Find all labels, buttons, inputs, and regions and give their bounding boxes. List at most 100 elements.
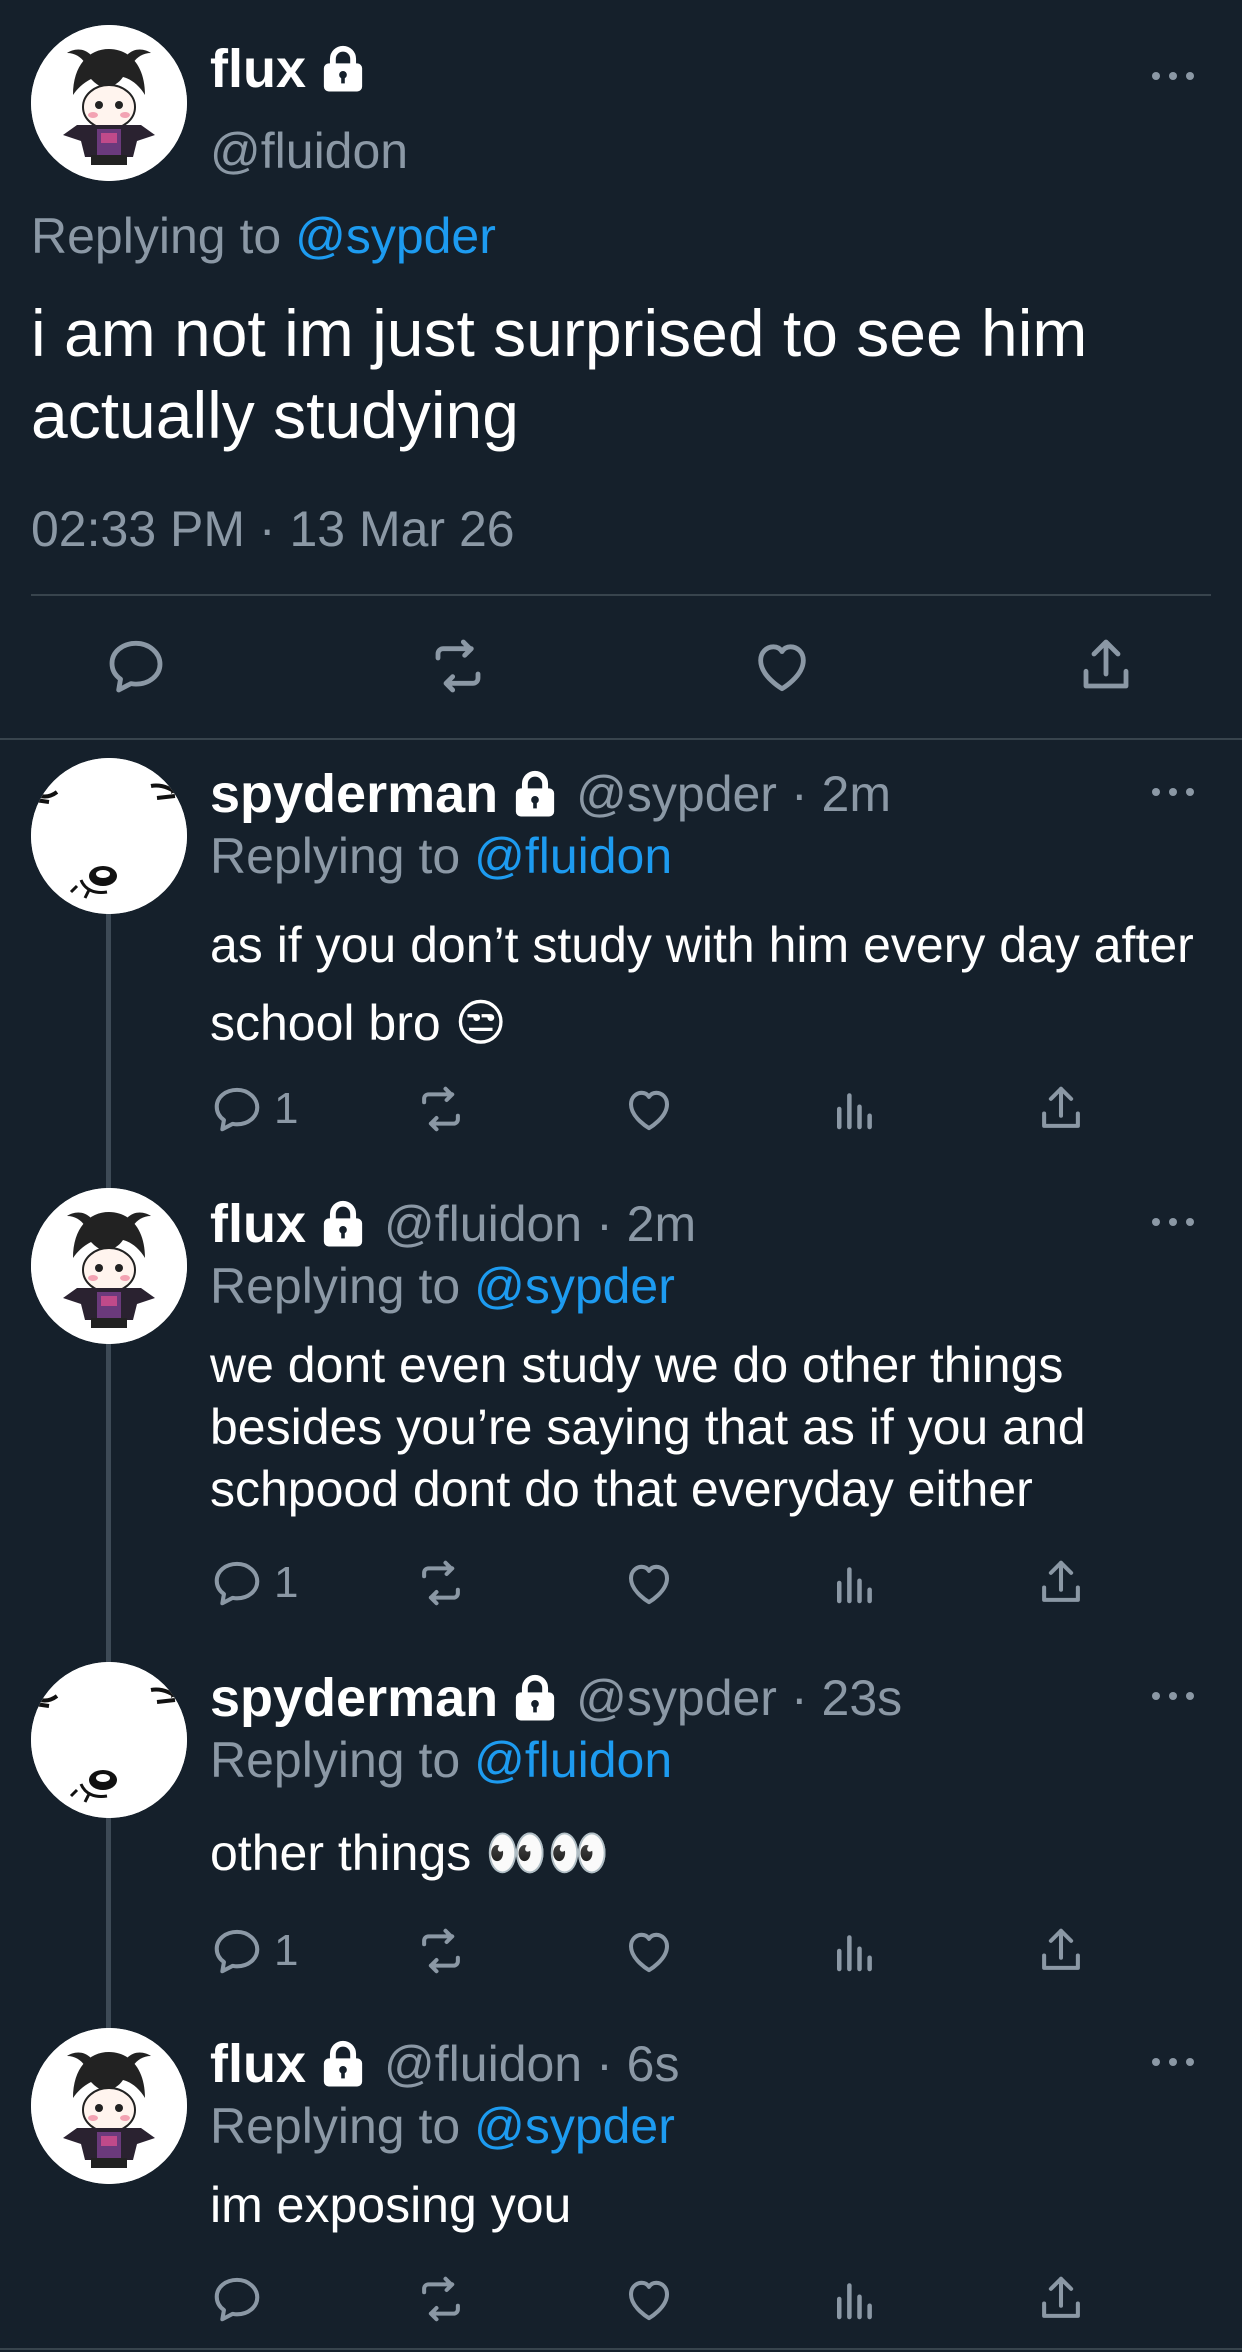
reply-button[interactable]: 1 (210, 1082, 298, 1136)
share-icon (1034, 2272, 1088, 2326)
relative-time[interactable]: · 2m (791, 764, 891, 824)
handle[interactable]: @sypder (576, 764, 777, 824)
more-dots-icon[interactable] (1152, 1212, 1206, 1232)
reply-bubble-icon (210, 1556, 264, 1610)
like-button[interactable] (622, 1082, 676, 1136)
replying-to-line: Replying to @fluidon (210, 1730, 672, 1790)
like-button[interactable] (622, 1924, 676, 1978)
mention-link[interactable]: @sypder (474, 2098, 675, 2154)
avatar[interactable] (31, 1188, 187, 1344)
avatar[interactable] (31, 2028, 187, 2184)
heart-icon (622, 2272, 676, 2326)
replying-to-line: Replying to @sypder (31, 206, 496, 266)
display-name[interactable]: flux (210, 38, 306, 100)
share-icon (1034, 1082, 1088, 1136)
retweet-icon (414, 1924, 468, 1978)
like-button[interactable] (622, 2272, 676, 2326)
reply-bubble-icon (210, 2272, 264, 2326)
heart-icon (622, 1082, 676, 1136)
like-button[interactable] (750, 634, 814, 698)
share-icon (1034, 1924, 1088, 1978)
reply-button[interactable]: 1 (210, 1556, 298, 1610)
avatar[interactable] (31, 758, 187, 914)
share-icon (1034, 1556, 1088, 1610)
reply-bubble-icon (210, 1924, 264, 1978)
analytics-icon (828, 1924, 882, 1978)
retweet-button[interactable] (414, 1082, 468, 1136)
tweet-text: we dont even study we do other things be… (210, 1337, 1086, 1517)
display-name[interactable]: spyderman (210, 764, 498, 824)
divider (0, 738, 1242, 740)
spyderman-avatar-image (31, 758, 187, 914)
lock-icon (508, 1671, 562, 1725)
replying-to-line: Replying to @sypder (210, 1256, 675, 1316)
mention-link[interactable]: @fluidon (474, 1732, 672, 1788)
lock-icon (316, 42, 370, 96)
mention-link[interactable]: @fluidon (474, 828, 672, 884)
reply-button[interactable] (104, 634, 168, 698)
relative-time[interactable]: · 2m (596, 1194, 696, 1254)
retweet-button[interactable] (414, 1924, 468, 1978)
heart-icon (750, 634, 814, 698)
lock-icon (316, 1197, 370, 1251)
relative-time[interactable]: · 23s (791, 1668, 902, 1728)
retweet-button[interactable] (426, 634, 490, 698)
mention-link[interactable]: @sypder (295, 208, 496, 264)
relative-time[interactable]: · 6s (596, 2034, 679, 2094)
analytics-icon (828, 1556, 882, 1610)
heart-icon (622, 1556, 676, 1610)
handle[interactable]: @fluidon (384, 2034, 582, 2094)
divider (31, 594, 1211, 596)
author-row: flux (210, 38, 370, 100)
reply-bubble-icon (210, 1082, 264, 1136)
handle[interactable]: @fluidon (210, 122, 408, 180)
display-name[interactable]: spyderman (210, 1668, 498, 1728)
views-button[interactable] (828, 1556, 882, 1610)
lock-icon (508, 767, 562, 821)
divider (0, 2348, 1242, 2350)
handle[interactable]: @fluidon (384, 1194, 582, 1254)
analytics-icon (828, 2272, 882, 2326)
author-row: flux @fluidon · 2m (210, 1194, 696, 1254)
share-button[interactable] (1034, 1556, 1088, 1610)
tweet-text: other things 👀👀 (210, 1825, 610, 1881)
share-button[interactable] (1074, 634, 1138, 698)
more-dots-icon[interactable] (1152, 66, 1206, 86)
flux-avatar-image (31, 25, 187, 181)
views-button[interactable] (828, 1924, 882, 1978)
handle[interactable]: @sypder (576, 1668, 777, 1728)
share-button[interactable] (1034, 2272, 1088, 2326)
views-button[interactable] (828, 2272, 882, 2326)
share-button[interactable] (1034, 1924, 1088, 1978)
author-row: spyderman @sypder · 2m (210, 764, 891, 824)
retweet-button[interactable] (414, 2272, 468, 2326)
more-dots-icon[interactable] (1152, 782, 1206, 802)
retweet-icon (414, 1556, 468, 1610)
share-button[interactable] (1034, 1082, 1088, 1136)
replying-to-line: Replying to @fluidon (210, 826, 672, 886)
replying-to-label: Replying to (31, 208, 282, 264)
author-row: flux @fluidon · 6s (210, 2034, 679, 2094)
more-dots-icon[interactable] (1152, 1686, 1206, 1706)
replying-to-label: Replying to (210, 2098, 461, 2154)
reply-button[interactable]: 1 (210, 1924, 298, 1978)
mention-link[interactable]: @sypder (474, 1258, 675, 1314)
retweet-icon (426, 634, 490, 698)
flux-avatar-image (31, 2028, 187, 2184)
reply-count: 1 (274, 1084, 299, 1133)
views-button[interactable] (828, 1082, 882, 1136)
thread-line (106, 910, 111, 2030)
display-name[interactable]: flux (210, 1194, 306, 1254)
analytics-icon (828, 1082, 882, 1136)
heart-icon (622, 1924, 676, 1978)
display-name[interactable]: flux (210, 2034, 306, 2094)
like-button[interactable] (622, 1556, 676, 1610)
more-dots-icon[interactable] (1152, 2052, 1206, 2072)
avatar[interactable] (31, 1662, 187, 1818)
timestamp[interactable]: 02:33 PM · 13 Mar 26 (31, 500, 515, 558)
share-icon (1074, 634, 1138, 698)
retweet-button[interactable] (414, 1556, 468, 1610)
avatar[interactable] (31, 25, 187, 181)
reply-button[interactable] (210, 2272, 264, 2326)
reply-count: 1 (274, 1558, 299, 1607)
